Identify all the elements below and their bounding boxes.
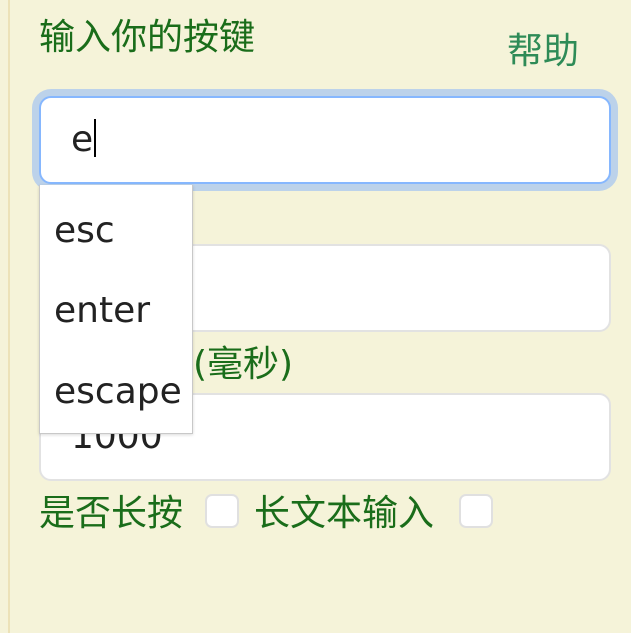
key-input[interactable]: e: [39, 96, 611, 184]
sidebar-divider: [8, 0, 10, 633]
text-caret: [94, 119, 97, 157]
key-input-value: e: [71, 119, 94, 160]
long-press-label: 是否长按: [39, 493, 184, 534]
key-input-label: 输入你的按键: [39, 17, 256, 58]
help-link[interactable]: 帮助: [507, 34, 579, 70]
autocomplete-option-enter[interactable]: enter: [54, 293, 150, 329]
autocomplete-option-escape[interactable]: escape: [54, 374, 182, 410]
long-text-input-label: 长文本输入: [254, 493, 435, 534]
long-text-input-checkbox[interactable]: [459, 494, 493, 528]
delay-label: (毫秒): [193, 344, 294, 385]
autocomplete-dropdown: esc enter escape: [39, 185, 193, 434]
autocomplete-option-esc[interactable]: esc: [54, 213, 115, 249]
long-press-checkbox[interactable]: [205, 494, 239, 528]
